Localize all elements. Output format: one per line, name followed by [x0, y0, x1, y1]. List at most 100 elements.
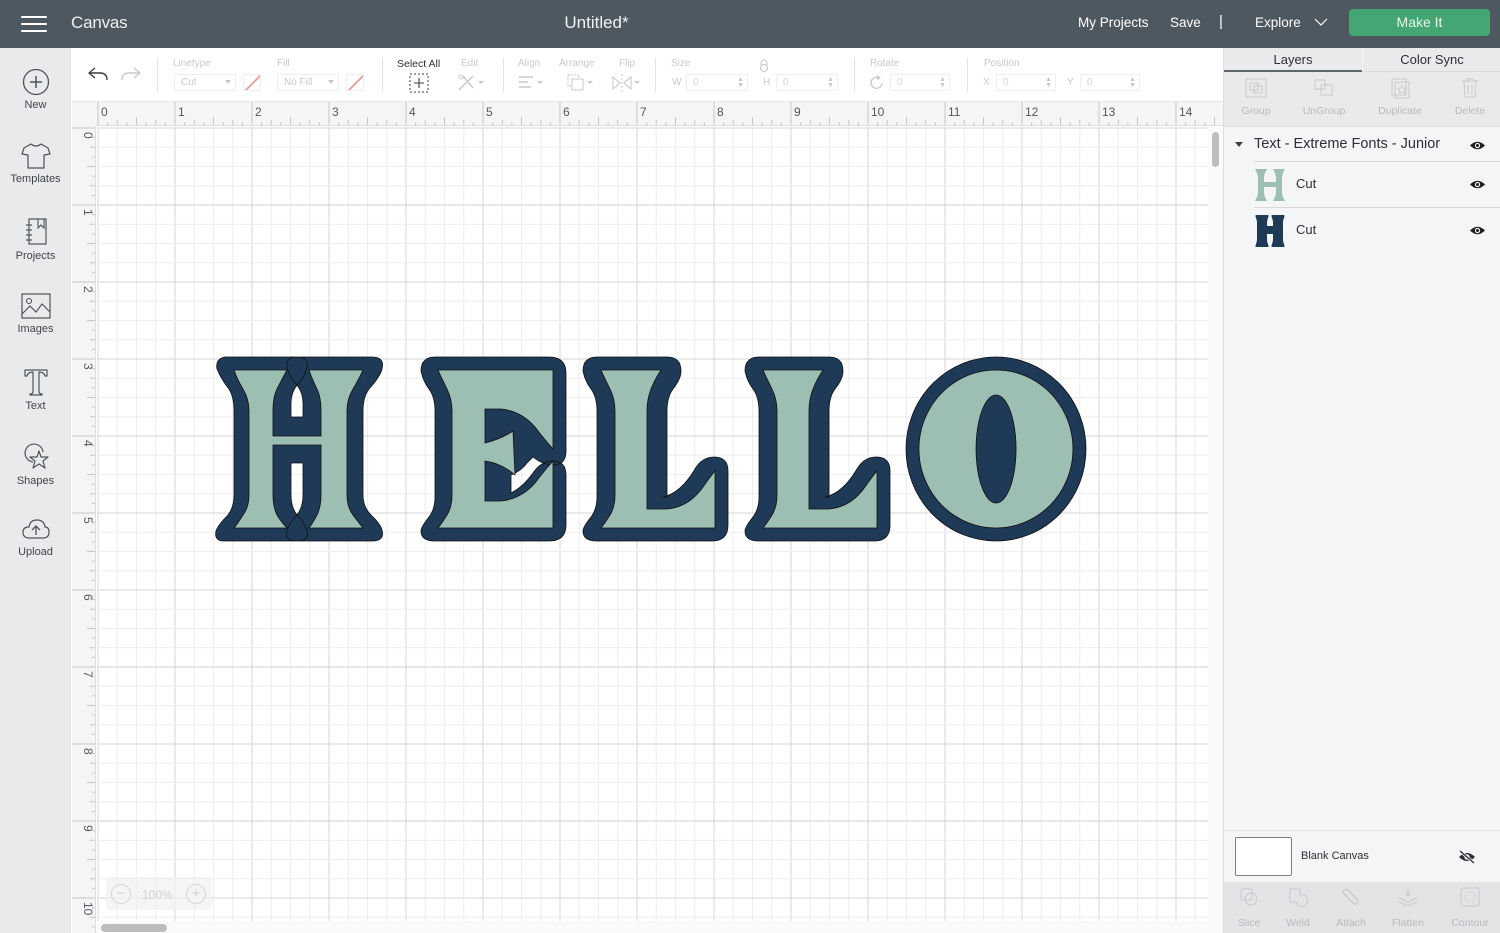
blank-canvas-label: Blank Canvas: [1301, 850, 1369, 862]
y-axis-label: Y: [1067, 77, 1074, 88]
ruler-label: 4: [409, 105, 416, 119]
stepper-icon[interactable]: ▲ ▼: [827, 76, 834, 89]
tab-layers[interactable]: Layers: [1224, 48, 1362, 72]
sidebar-label: Templates: [10, 173, 61, 185]
rotate-label: Rotate: [870, 58, 900, 69]
duplicate-label: Duplicate: [1378, 105, 1422, 117]
height-input[interactable]: 0 ▲ ▼: [776, 74, 838, 91]
flatten-button[interactable]: Flatten: [1387, 886, 1429, 929]
layer-group[interactable]: Text - Extreme Fonts - Junior: [1224, 128, 1500, 162]
eye-hidden-icon[interactable]: [1458, 850, 1476, 864]
fill-select[interactable]: No Fill: [277, 74, 339, 91]
vertical-scroll-thumb[interactable]: [1212, 132, 1219, 167]
tshirt-icon: [20, 143, 51, 169]
weld-button[interactable]: Weld: [1279, 886, 1317, 929]
slice-button[interactable]: Slice: [1230, 886, 1268, 929]
zoom-in-button[interactable]: +: [186, 884, 206, 904]
position-label: Position: [984, 58, 1020, 69]
horizontal-ruler-ticks: 0 1 2 3 4 5 6 7 8 9 10 11 12 13 14: [97, 102, 1215, 125]
arrange-icon[interactable]: [566, 73, 596, 93]
sidebar-item-projects[interactable]: Projects: [0, 217, 71, 287]
sidebar-item-text[interactable]: Text: [0, 367, 71, 437]
my-projects-link[interactable]: My Projects: [1078, 15, 1149, 30]
group-button[interactable]: Group: [1232, 72, 1280, 117]
delete-button[interactable]: Delete: [1446, 72, 1494, 117]
edit-scissors-icon[interactable]: [457, 73, 487, 93]
size-label: Size: [671, 58, 691, 69]
save-link[interactable]: Save: [1170, 15, 1201, 30]
ruler-label: 7: [640, 105, 647, 119]
vertical-ruler: 0 1 2 3 4 5 6 7 8 9 10: [72, 126, 96, 933]
align-icon[interactable]: [517, 75, 545, 91]
hello-text-design[interactable]: [97, 127, 1208, 921]
eye-icon[interactable]: [1469, 140, 1486, 151]
linetype-color-swatch[interactable]: [243, 74, 261, 91]
explore-link[interactable]: Explore: [1255, 15, 1301, 30]
fill-color-swatch[interactable]: [346, 74, 364, 91]
attach-button[interactable]: Attach: [1330, 886, 1372, 929]
ruler-label: 3: [332, 105, 339, 119]
sidebar-label: New: [24, 99, 47, 111]
layer-row[interactable]: Cut: [1254, 161, 1500, 207]
toolbar-divider: [157, 58, 158, 92]
contour-button[interactable]: Contour: [1446, 886, 1494, 929]
flip-icon[interactable]: [611, 73, 643, 93]
sidebar-item-new[interactable]: New: [0, 68, 71, 138]
caret-down-icon: [328, 80, 334, 84]
width-input[interactable]: 0 ▲ ▼: [686, 74, 748, 91]
linetype-select[interactable]: Cut: [174, 74, 236, 91]
tab-color-sync[interactable]: Color Sync: [1363, 48, 1500, 72]
group-label: Group: [1241, 105, 1271, 117]
horizontal-scroll-thumb[interactable]: [101, 924, 167, 932]
chevron-down-icon[interactable]: [1314, 15, 1328, 29]
lock-icon[interactable]: [757, 59, 771, 73]
contour-label: Contour: [1451, 917, 1489, 929]
layer-name: Cut: [1296, 222, 1317, 237]
duplicate-button[interactable]: Duplicate: [1370, 72, 1430, 117]
stepper-icon[interactable]: ▲ ▼: [1045, 76, 1052, 89]
redo-icon[interactable]: [120, 66, 142, 82]
select-all-icon[interactable]: [409, 73, 429, 93]
sidebar-item-upload[interactable]: Upload: [0, 517, 71, 587]
stepper-icon[interactable]: ▲ ▼: [737, 76, 744, 89]
paperclip-icon: [1342, 888, 1359, 905]
eye-icon[interactable]: [1469, 225, 1486, 236]
layer-group-name: Text - Extreme Fonts - Junior: [1254, 136, 1441, 152]
expand-caret-icon[interactable]: [1235, 142, 1243, 147]
rotate-input[interactable]: 0 ▲ ▼: [890, 74, 950, 91]
document-title[interactable]: Untitled*: [0, 13, 1193, 33]
make-it-button[interactable]: Make It: [1349, 9, 1490, 36]
plus-circle-icon: [22, 68, 49, 96]
fill-label: Fill: [277, 58, 290, 69]
ungroup-button[interactable]: UnGroup: [1296, 72, 1352, 117]
edit-toolbar: Linetype Cut Fill No Fill Select All Edi…: [72, 48, 1223, 102]
position-x-input[interactable]: 0 ▲ ▼: [996, 74, 1056, 91]
width-value: 0: [693, 77, 699, 88]
toolbar-divider: [854, 58, 855, 92]
fill-value: No Fill: [284, 77, 313, 88]
stepper-icon[interactable]: ▲ ▼: [1129, 76, 1136, 89]
stepper-icon[interactable]: ▲ ▼: [939, 76, 946, 89]
toolbar-divider: [967, 58, 968, 92]
layer-thumbnail-h-light: [1255, 169, 1285, 201]
sidebar-item-images[interactable]: Images: [0, 292, 71, 362]
zoom-out-button[interactable]: −: [111, 884, 131, 904]
ruler-label: 1: [178, 105, 185, 119]
rotate-icon[interactable]: [869, 75, 885, 91]
layer-row[interactable]: Cut: [1254, 207, 1500, 253]
flatten-icon: [1398, 888, 1418, 907]
eye-icon[interactable]: [1469, 179, 1486, 190]
header-separator: |: [1219, 13, 1223, 30]
vertical-scrollbar[interactable]: [1208, 127, 1223, 921]
select-all-label: Select All: [397, 58, 441, 70]
blank-canvas-swatch[interactable]: [1235, 837, 1292, 876]
design-canvas[interactable]: [97, 127, 1208, 921]
sidebar-item-shapes[interactable]: Shapes: [0, 442, 71, 512]
position-y-input[interactable]: 0 ▲ ▼: [1080, 74, 1140, 91]
left-sidebar: New Templates Projects Images Text Shape…: [0, 48, 71, 933]
trash-icon: [1462, 78, 1478, 98]
horizontal-scrollbar[interactable]: [96, 921, 1223, 933]
undo-icon[interactable]: [87, 66, 109, 82]
attach-label: Attach: [1336, 917, 1366, 929]
sidebar-item-templates[interactable]: Templates: [0, 142, 71, 212]
